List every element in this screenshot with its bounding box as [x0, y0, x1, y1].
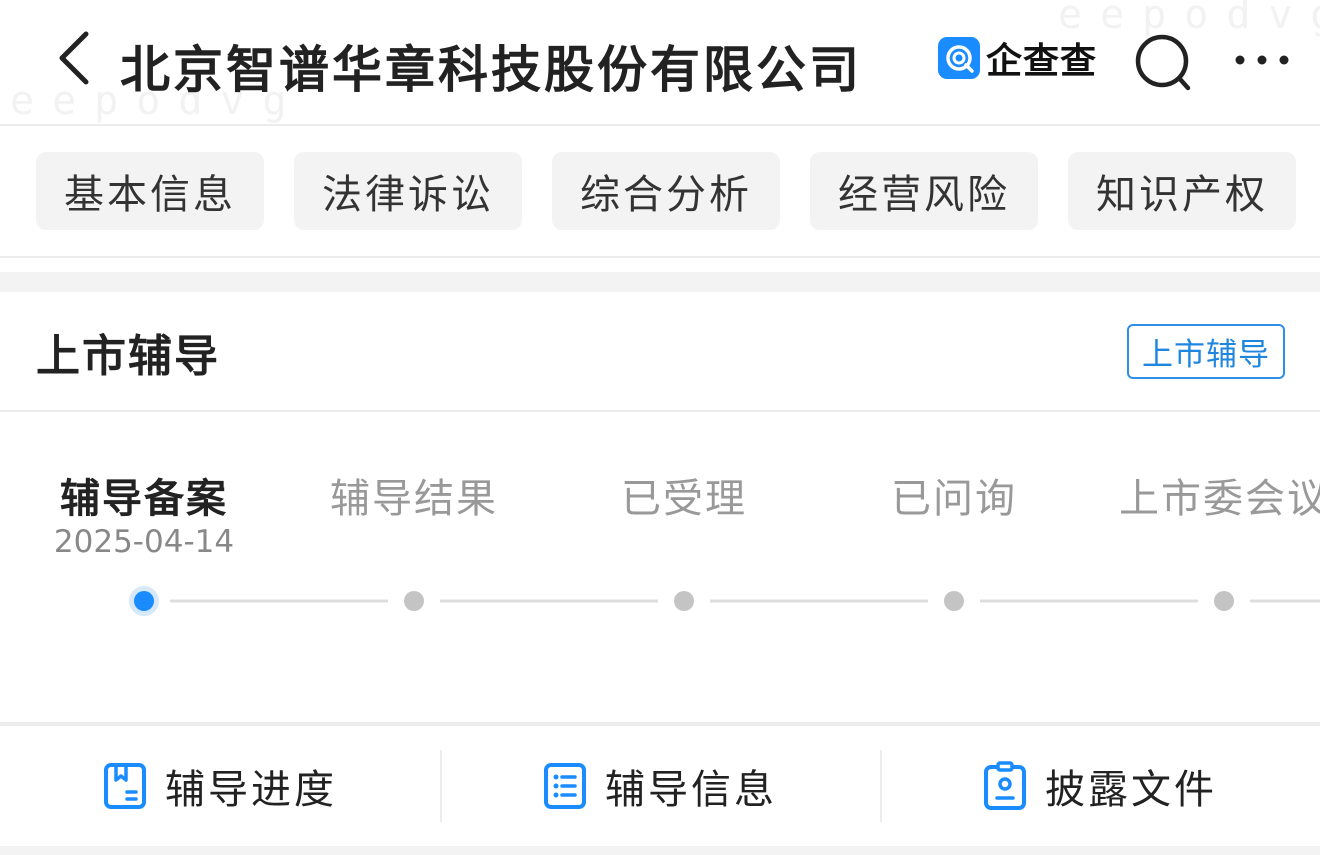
category-tabs: 基本信息 法律诉讼 综合分析 经营风险 知识产权	[0, 126, 1320, 258]
tab-business-risk[interactable]: 经营风险	[810, 152, 1038, 230]
section-badge[interactable]: 上市辅导	[1127, 324, 1285, 379]
divider	[0, 410, 1320, 412]
step-label-accepted[interactable]: 已受理	[621, 466, 747, 524]
app-header: eepodvg eepodvg 北京智谱华章科技股份有限公司 企查查	[0, 0, 1320, 126]
guidance-progress-label: 辅导进度	[165, 767, 337, 813]
step-label-filing[interactable]: 辅导备案	[60, 466, 228, 524]
chevron-left-icon	[59, 31, 89, 85]
guidance-info-label: 辅导信息	[605, 767, 777, 813]
guidance-progress-button[interactable]: 辅导进度	[0, 726, 440, 846]
bottom-action-bar: 辅导进度 辅导信息 披露文件	[0, 726, 1320, 846]
more-button[interactable]	[1232, 48, 1292, 72]
step-label-inquiry[interactable]: 已问询	[891, 466, 1017, 524]
bookmark-doc-icon	[104, 763, 146, 809]
disclosure-files-button[interactable]: 披露文件	[880, 726, 1320, 846]
step-dot	[1214, 591, 1234, 611]
qichacha-logo-icon	[938, 37, 980, 79]
list-doc-icon	[544, 763, 586, 809]
back-button[interactable]	[52, 28, 102, 88]
search-icon	[1135, 34, 1191, 91]
search-button[interactable]	[1134, 34, 1194, 94]
qichacha-brand[interactable]: 企查查	[938, 36, 1097, 82]
tab-basic-info[interactable]: 基本信息	[36, 152, 264, 230]
brand-label: 企查查	[986, 41, 1098, 82]
step-label-result[interactable]: 辅导结果	[330, 466, 498, 524]
disclosure-files-label: 披露文件	[1045, 767, 1217, 813]
guidance-info-button[interactable]: 辅导信息	[440, 726, 880, 846]
section-title: 上市辅导	[36, 331, 220, 382]
step-dot	[944, 591, 964, 611]
watermark-top-right: eepodvg	[1058, 0, 1320, 38]
step-label-committee[interactable]: 上市委会议	[1119, 466, 1320, 524]
tab-analysis[interactable]: 综合分析	[552, 152, 780, 230]
progress-track	[0, 585, 1320, 617]
step-date: 2025-04-14	[53, 524, 235, 560]
tab-legal[interactable]: 法律诉讼	[294, 152, 522, 230]
step-dot	[674, 591, 694, 611]
id-badge-icon	[984, 761, 1026, 810]
more-horizontal-icon	[1235, 55, 1289, 65]
page-bottom-band	[0, 846, 1320, 855]
page-title: 北京智谱华章科技股份有限公司	[120, 41, 862, 99]
step-dot-active	[134, 591, 154, 611]
step-dot	[404, 591, 424, 611]
section-divider	[0, 272, 1320, 292]
tab-ip[interactable]: 知识产权	[1068, 152, 1296, 230]
